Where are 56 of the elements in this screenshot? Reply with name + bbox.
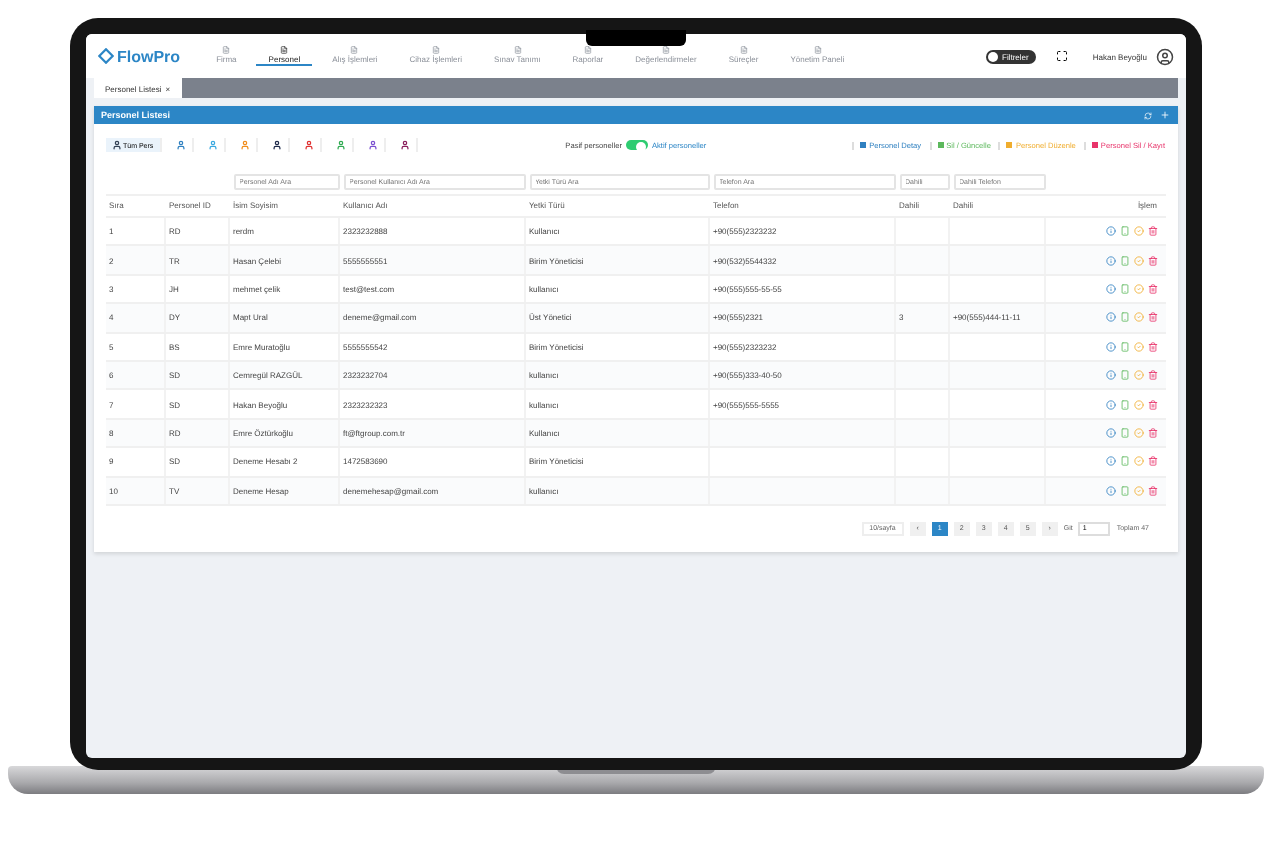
check-circle-icon[interactable] [1133, 370, 1143, 381]
check-circle-icon[interactable] [1133, 226, 1143, 237]
user-avatar-icon[interactable] [1155, 47, 1173, 65]
phone-icon[interactable] [1119, 341, 1129, 352]
phone-icon[interactable] [1119, 312, 1129, 323]
check-circle-icon[interactable] [1133, 427, 1143, 438]
check-circle-icon[interactable] [1133, 283, 1143, 294]
info-icon[interactable] [1105, 485, 1115, 496]
check-circle-icon[interactable] [1133, 456, 1143, 467]
info-icon[interactable] [1105, 255, 1115, 266]
document-icon [222, 46, 231, 54]
info-icon[interactable] [1105, 312, 1115, 323]
document-icon [513, 46, 522, 54]
check-circle-icon[interactable] [1133, 341, 1143, 352]
info-icon[interactable] [1105, 226, 1115, 237]
phone-icon[interactable] [1119, 399, 1129, 410]
check-circle-icon[interactable] [1133, 485, 1143, 496]
add-icon[interactable] [1159, 110, 1169, 120]
trash-icon[interactable] [1147, 427, 1157, 438]
info-icon[interactable] [1105, 456, 1115, 467]
phone-icon[interactable] [1119, 485, 1129, 496]
trash-icon[interactable] [1147, 341, 1157, 352]
phone-icon[interactable] [1119, 255, 1129, 266]
trash-icon[interactable] [1147, 456, 1157, 467]
document-icon [431, 46, 440, 54]
status-switch[interactable] [625, 140, 648, 150]
refresh-icon[interactable] [1143, 111, 1151, 119]
check-circle-icon[interactable] [1133, 255, 1143, 266]
trash-icon[interactable] [1147, 283, 1157, 294]
trash-icon[interactable] [1147, 370, 1157, 381]
info-icon[interactable] [1105, 341, 1115, 352]
trash-icon[interactable] [1147, 312, 1157, 323]
trash-icon[interactable] [1147, 399, 1157, 410]
phone-icon[interactable] [1119, 427, 1129, 438]
info-icon[interactable] [1105, 283, 1115, 294]
info-icon[interactable] [1105, 427, 1115, 438]
document-icon [813, 46, 822, 54]
info-icon[interactable] [1105, 399, 1115, 410]
phone-icon[interactable] [1119, 456, 1129, 467]
phone-icon[interactable] [1119, 370, 1129, 381]
trash-icon[interactable] [1147, 226, 1157, 237]
check-circle-icon[interactable] [1133, 399, 1143, 410]
diamond-logo-icon [97, 48, 113, 64]
document-icon [739, 46, 748, 54]
document-icon [280, 46, 289, 54]
trash-icon[interactable] [1147, 255, 1157, 266]
document-icon [350, 46, 359, 54]
phone-icon[interactable] [1119, 283, 1129, 294]
document-icon [583, 46, 592, 54]
info-icon[interactable] [1105, 370, 1115, 381]
trash-icon[interactable] [1147, 485, 1157, 496]
document-icon [661, 46, 670, 54]
brand-logo[interactable]: FlowPro [97, 47, 181, 65]
check-circle-icon[interactable] [1133, 312, 1143, 323]
camera-notch [585, 30, 685, 46]
phone-icon[interactable] [1119, 226, 1129, 237]
